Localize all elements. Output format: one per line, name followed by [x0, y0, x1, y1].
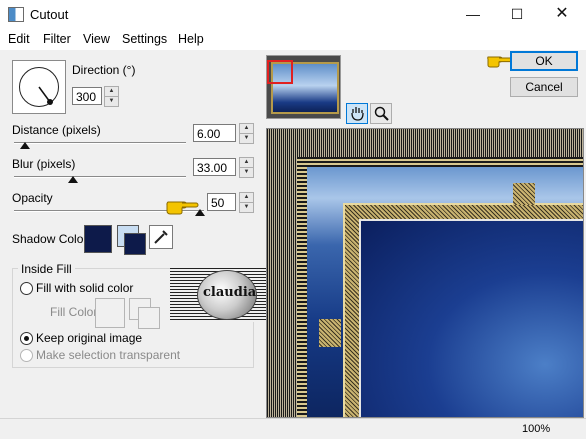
fill-color-swatch[interactable] [95, 298, 125, 328]
eyedropper-icon [154, 230, 168, 244]
fill-color-label: Fill Color [50, 305, 98, 319]
blur-label: Blur (pixels) [12, 157, 76, 171]
hand-icon [351, 107, 364, 121]
opacity-spinner[interactable]: ▲ ▼ [239, 192, 254, 213]
inside-fill-title: Inside Fill [18, 262, 75, 276]
frame-ornament-top [513, 183, 535, 205]
direction-dial[interactable] [12, 60, 66, 114]
close-icon[interactable]: ✕ [540, 0, 584, 28]
distance-spinner[interactable]: ▲ ▼ [239, 123, 254, 144]
window-title: Cutout [30, 7, 69, 22]
menu-filter[interactable]: Filter [43, 32, 71, 46]
zoom-tool-button[interactable] [370, 103, 392, 124]
direction-input[interactable]: 300 [72, 87, 102, 105]
eyedropper-button[interactable] [149, 225, 173, 249]
distance-input[interactable]: 6.00 [193, 124, 236, 142]
pointing-hand-icon [166, 201, 199, 215]
app-icon [8, 7, 24, 22]
ok-button[interactable]: OK [510, 51, 578, 71]
zoom-level: 100% [522, 423, 551, 435]
pan-tool-button[interactable] [346, 103, 368, 124]
primary-color-swatch[interactable] [124, 233, 146, 255]
dial-needle [38, 86, 53, 105]
fill-color-primary[interactable] [138, 307, 160, 329]
fill-solid-radio[interactable] [20, 282, 33, 295]
direction-label: Direction (°) [72, 63, 136, 77]
shadow-color-swatch[interactable] [84, 225, 112, 253]
opacity-label: Opacity [12, 191, 53, 205]
menu-settings[interactable]: Settings [122, 32, 167, 46]
direction-spinner[interactable]: ▲ ▼ [104, 86, 119, 107]
distance-slider-track[interactable] [14, 142, 186, 144]
menu-edit[interactable]: Edit [8, 32, 30, 46]
opacity-input[interactable]: 50 [207, 193, 236, 211]
navigator-thumbnail[interactable] [266, 55, 341, 119]
maximize-icon[interactable]: ☐ [495, 0, 539, 28]
distance-slider-thumb[interactable] [20, 142, 30, 149]
menu-help[interactable]: Help [178, 32, 204, 46]
watermark-text: claudia [203, 285, 257, 300]
fill-solid-label: Fill with solid color [36, 281, 134, 295]
status-bar [0, 418, 586, 439]
blur-input[interactable]: 33.00 [193, 158, 236, 176]
watermark-logo: claudia [197, 270, 257, 320]
make-transparent-label: Make selection transparent [36, 348, 181, 362]
shadow-color-label: Shadow Color [12, 232, 88, 246]
blur-spinner[interactable]: ▲ ▼ [239, 157, 254, 178]
keep-original-radio[interactable] [20, 332, 33, 345]
distance-label: Distance (pixels) [12, 123, 101, 137]
keep-original-dot [24, 336, 29, 341]
magnifier-icon [374, 106, 389, 121]
menu-view[interactable]: View [83, 32, 110, 46]
cancel-button[interactable]: Cancel [510, 77, 578, 97]
preview-pane[interactable] [266, 128, 584, 418]
make-transparent-radio[interactable] [20, 349, 33, 362]
keep-original-label: Keep original image [36, 331, 143, 345]
navigator-viewport[interactable] [267, 60, 293, 84]
blur-slider-track[interactable] [14, 176, 186, 178]
inner-sky-image [359, 219, 583, 417]
blur-slider-thumb[interactable] [68, 176, 78, 183]
frame-ornament [319, 319, 341, 347]
minimize-icon[interactable]: — [451, 0, 495, 28]
